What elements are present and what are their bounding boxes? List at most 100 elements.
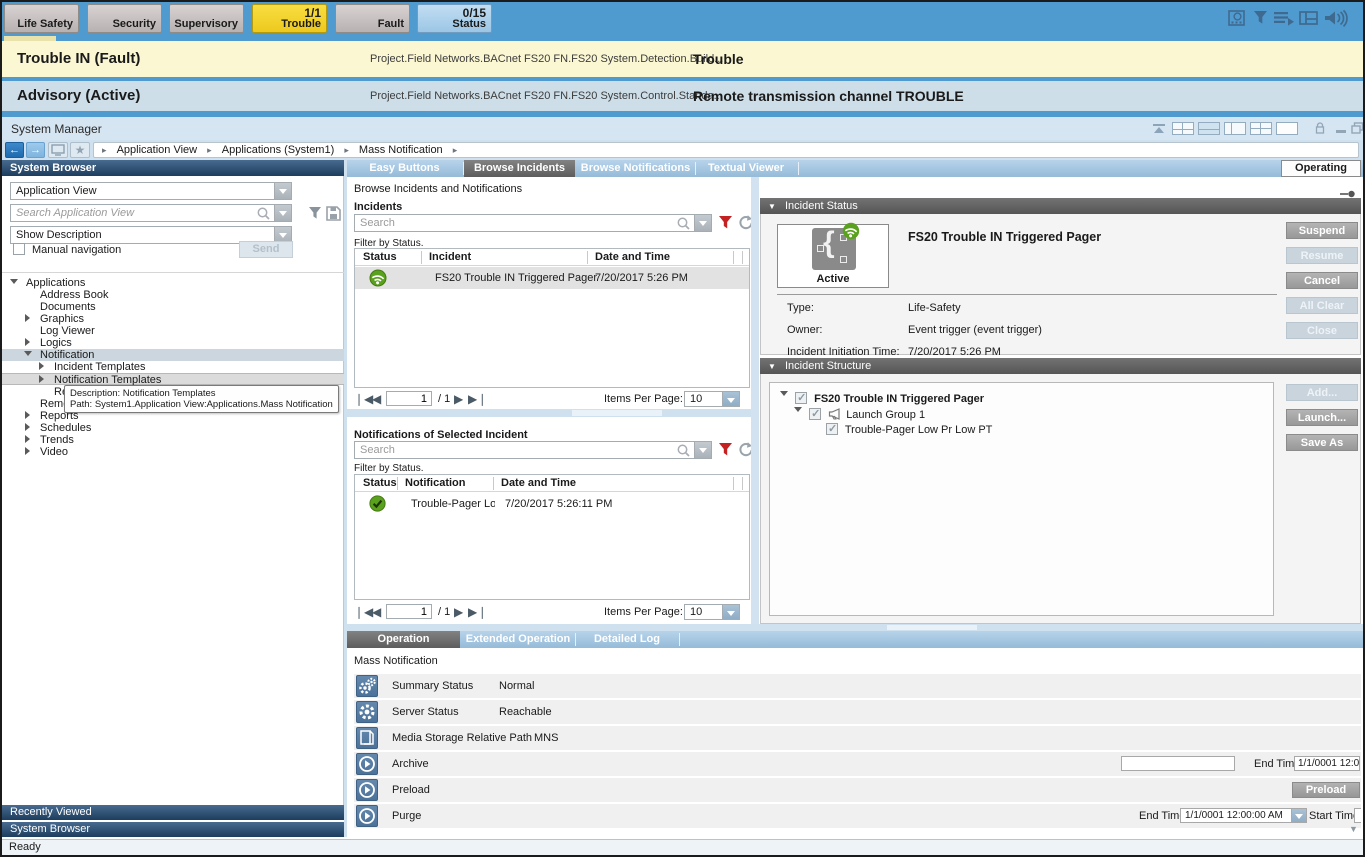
tab-browse-notifications[interactable]: Browse Notifications xyxy=(577,160,694,177)
sidebar-search-input[interactable]: Search Application View xyxy=(10,204,292,222)
close-button[interactable]: Close xyxy=(1286,322,1358,339)
status-button[interactable]: 0/15 Status xyxy=(417,4,492,33)
breadcrumb[interactable]: ▸ Application View ▸ Applications (Syste… xyxy=(93,142,1359,158)
add-button[interactable]: Add... xyxy=(1286,384,1358,401)
column-splitter[interactable] xyxy=(751,177,759,624)
incident-row[interactable]: FS20 Trouble IN Triggered Pager 7/20/201… xyxy=(355,267,749,289)
history-grid-icon[interactable] xyxy=(1228,10,1246,30)
incident-status-header[interactable]: ▼ Incident Status xyxy=(760,198,1361,214)
tables-splitter[interactable] xyxy=(347,409,757,417)
supervisory-button[interactable]: Supervisory xyxy=(169,4,244,33)
lock-icon[interactable] xyxy=(1315,122,1325,138)
archive-end-time-input[interactable]: 1/1/0001 12:0 xyxy=(1294,756,1360,771)
recently-viewed-bar[interactable]: Recently Viewed xyxy=(2,805,344,820)
op-row-media-storage[interactable]: Media Storage Relative Path MNS xyxy=(354,726,1361,750)
chevron-down-icon[interactable] xyxy=(274,183,291,199)
layout-icon[interactable] xyxy=(1299,10,1319,30)
column-datetime[interactable]: Date and Time xyxy=(595,251,670,263)
structure-checkbox[interactable] xyxy=(826,423,838,435)
restore-icon[interactable] xyxy=(1351,122,1364,137)
tab-operation[interactable]: Operation xyxy=(347,631,460,648)
collapse-icon[interactable] xyxy=(1152,124,1166,137)
first-page-icon[interactable]: ❘◀ xyxy=(354,605,373,619)
layout-thumb-grid-icon[interactable] xyxy=(1250,122,1272,135)
life-safety-button[interactable]: Life Safety xyxy=(4,4,79,33)
structure-node-group[interactable]: Launch Group 1 xyxy=(794,407,925,421)
tree-item-log-viewer[interactable]: Log Viewer xyxy=(2,325,344,337)
last-page-icon[interactable]: ▶❘ xyxy=(468,605,487,619)
breadcrumb-item[interactable]: Mass Notification xyxy=(352,144,450,156)
alert-row-advisory[interactable]: Advisory (Active) Project.Field Networks… xyxy=(2,81,1363,111)
incident-state-box[interactable]: { Active xyxy=(777,224,889,288)
incident-structure-header[interactable]: ▼ Incident Structure xyxy=(760,358,1361,374)
column-datetime[interactable]: Date and Time xyxy=(501,477,576,489)
purge-start-time-input-clipped[interactable] xyxy=(1354,808,1361,823)
op-row-summary-status[interactable]: Summary Status Normal xyxy=(354,674,1361,698)
system-browser-bar[interactable]: System Browser xyxy=(2,822,344,837)
structure-checkbox[interactable] xyxy=(795,392,807,404)
chevron-down-icon[interactable] xyxy=(694,215,711,231)
forward-button[interactable]: → xyxy=(26,142,45,158)
tree-item-address-book[interactable]: Address Book xyxy=(2,289,344,301)
scroll-down-icon[interactable]: ▼ xyxy=(1349,824,1358,834)
tree-item-logics[interactable]: Logics xyxy=(2,337,344,349)
incidents-search-input[interactable]: Search xyxy=(354,214,712,232)
page-number-input[interactable] xyxy=(386,391,432,406)
send-button[interactable]: Send xyxy=(239,241,293,258)
column-incident[interactable]: Incident xyxy=(429,251,471,263)
column-status[interactable]: Status xyxy=(363,251,397,263)
purge-end-time-dropdown[interactable]: 1/1/0001 12:00:00 AM xyxy=(1180,808,1307,823)
notifications-table-header[interactable]: Status Notification Date and Time xyxy=(355,475,749,492)
tree-item-applications[interactable]: Applications xyxy=(2,277,344,289)
next-page-icon[interactable]: ▶ xyxy=(454,392,463,406)
tree-item-trends[interactable]: Trends xyxy=(2,434,344,446)
op-row-archive[interactable]: Archive End Time 1/1/0001 12:0 xyxy=(354,752,1361,776)
op-row-preload[interactable]: Preload Preload xyxy=(354,778,1361,802)
tab-textual-viewer[interactable]: Textual Viewer xyxy=(696,160,796,177)
tree-item-graphics[interactable]: Graphics xyxy=(2,313,344,325)
tab-detailed-log[interactable]: Detailed Log xyxy=(576,631,678,648)
display-button[interactable] xyxy=(48,142,68,158)
tab-easy-buttons[interactable]: Easy Buttons xyxy=(347,160,462,177)
archive-value-input[interactable] xyxy=(1121,756,1235,771)
notification-row[interactable]: Trouble-Pager Low Pr 7/20/2017 5:26:11 P… xyxy=(355,493,749,515)
column-notification[interactable]: Notification xyxy=(405,477,466,489)
sidebar-filter-icon[interactable] xyxy=(308,206,322,224)
structure-checkbox[interactable] xyxy=(809,408,821,420)
first-page-icon[interactable]: ❘◀ xyxy=(354,392,373,406)
resume-button[interactable]: Resume xyxy=(1286,247,1358,264)
breadcrumb-item[interactable]: Applications (System1) xyxy=(215,144,342,156)
layout-thumb-single-icon[interactable] xyxy=(1198,122,1220,135)
all-clear-button[interactable]: All Clear xyxy=(1286,297,1358,314)
layout-thumb-quad-icon[interactable] xyxy=(1172,122,1194,135)
op-row-server-status[interactable]: Server Status Reachable xyxy=(354,700,1361,724)
last-page-icon[interactable]: ▶❘ xyxy=(468,392,487,406)
structure-node-root[interactable]: FS20 Trouble IN Triggered Pager xyxy=(780,391,984,405)
tab-extended-operation[interactable]: Extended Operation xyxy=(462,631,574,648)
trouble-button[interactable]: 1/1 Trouble xyxy=(252,4,327,33)
tree-item-notification[interactable]: Notification xyxy=(2,349,344,361)
back-button[interactable]: ← xyxy=(5,142,24,158)
filter-icon[interactable] xyxy=(1253,10,1268,30)
page-number-input[interactable] xyxy=(386,604,432,619)
prev-page-icon[interactable]: ◀ xyxy=(372,392,381,406)
tree-item-documents[interactable]: Documents xyxy=(2,301,344,313)
cancel-button[interactable]: Cancel xyxy=(1286,272,1358,289)
view-selector-dropdown[interactable]: Application View xyxy=(10,182,292,200)
alert-row-trouble[interactable]: Trouble IN (Fault) Project.Field Network… xyxy=(2,41,1363,77)
save-as-button[interactable]: Save As xyxy=(1286,434,1358,451)
notifications-filter-icon[interactable] xyxy=(718,442,733,461)
breadcrumb-item[interactable]: Application View xyxy=(110,144,205,156)
minimize-icon[interactable] xyxy=(1336,130,1346,133)
layout-thumb-left-icon[interactable] xyxy=(1224,122,1246,135)
notifications-search-input[interactable]: Search xyxy=(354,441,712,459)
event-list-icon[interactable] xyxy=(1273,10,1295,30)
incidents-filter-icon[interactable] xyxy=(718,215,733,234)
operating-button[interactable]: Operating xyxy=(1281,160,1361,177)
manual-navigation-checkbox[interactable] xyxy=(13,243,25,255)
speaker-icon[interactable] xyxy=(1324,9,1350,31)
bottom-splitter[interactable] xyxy=(347,624,1363,631)
tree-item-incident-templates[interactable]: Incident Templates xyxy=(2,361,344,373)
security-button[interactable]: Security xyxy=(87,4,162,33)
tree-item-video[interactable]: Video xyxy=(2,446,344,458)
